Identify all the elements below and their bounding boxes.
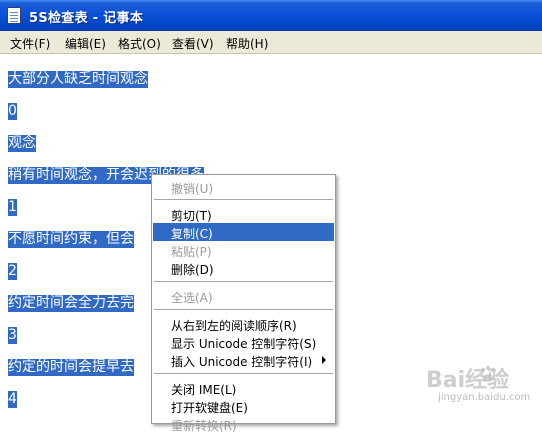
menu-item-label: 关闭 IME(L) [171,383,237,397]
context-menu: 撤销(U) 剪切(T) 复制(C) 粘贴(P) 删除(D) 全选(A) 从右到左… [151,174,336,433]
menu-separator [154,373,333,374]
editor-line: 0 [8,103,17,120]
notepad-icon [7,7,21,24]
editor-line: 不愿时间约束，但会 [8,231,134,248]
menu-paste[interactable]: 粘贴(P) [153,241,334,259]
menu-show-unicode[interactable]: 显示 Unicode 控制字符(S) [153,333,334,351]
menu-item-label: 插入 Unicode 控制字符(I) [171,355,313,369]
paw-icon [480,365,496,382]
menu-view[interactable]: 查看(V) [172,35,214,52]
submenu-arrow-icon [322,356,326,364]
menu-copy[interactable]: 复制(C) [153,223,334,241]
menu-item-label: 显示 Unicode 控制字符(S) [171,337,317,351]
window-title: 5S检查表 - 记事本 [29,11,144,26]
menu-item-label: 从右到左的阅读顺序(R) [171,319,297,333]
menu-separator [154,309,333,310]
editor-line: 1 [8,199,17,216]
editor-line: 观念 [8,135,36,152]
menu-item-label: 粘贴(P) [171,245,212,259]
menu-rtl-reading[interactable]: 从右到左的阅读顺序(R) [153,315,334,333]
menu-item-label: 删除(D) [171,263,214,277]
menu-help[interactable]: 帮助(H) [226,35,268,52]
menu-separator [154,199,333,200]
menu-item-label: 撤销(U) [171,182,214,196]
menu-edit[interactable]: 编辑(E) [65,35,106,52]
menu-soft-keyboard[interactable]: 打开软键盘(E) [153,397,334,415]
menu-reconvert[interactable]: 重新转换(R) [153,415,334,433]
menu-select-all[interactable]: 全选(A) [153,287,334,305]
editor-line: 4 [8,391,17,408]
menu-format[interactable]: 格式(O) [118,35,161,52]
menu-close-ime[interactable]: 关闭 IME(L) [153,379,334,397]
menu-item-label: 打开软键盘(E) [171,401,248,415]
menu-item-label: 复制(C) [171,227,213,241]
menu-item-label: 全选(A) [171,291,213,305]
menu-undo[interactable]: 撤销(U) [153,178,334,196]
menu-item-label: 剪切(T) [171,209,212,223]
title-bar: 5S检查表 - 记事本 [0,0,542,31]
watermark-url: jingyan.baidu.com [438,392,531,403]
menu-insert-unicode[interactable]: 插入 Unicode 控制字符(I) [153,351,334,369]
editor-line: 3 [8,327,17,344]
baidu-watermark: Bai经验 jingyan.baidu.com [418,360,530,410]
menu-cut[interactable]: 剪切(T) [153,205,334,223]
menu-file[interactable]: 文件(F) [10,35,50,52]
menu-bar: 文件(F) 编辑(E) 格式(O) 查看(V) 帮助(H) [0,31,542,54]
editor-line: 约定的时间会提早去 [8,359,134,376]
editor-line: 约定时间会全力去完 [8,295,134,312]
menu-item-label: 重新转换(R) [171,419,237,433]
editor-line: 大部分人缺乏时间观念 [8,71,148,88]
menu-separator [154,281,333,282]
menu-delete[interactable]: 删除(D) [153,259,334,277]
editor-line: 2 [8,263,17,280]
